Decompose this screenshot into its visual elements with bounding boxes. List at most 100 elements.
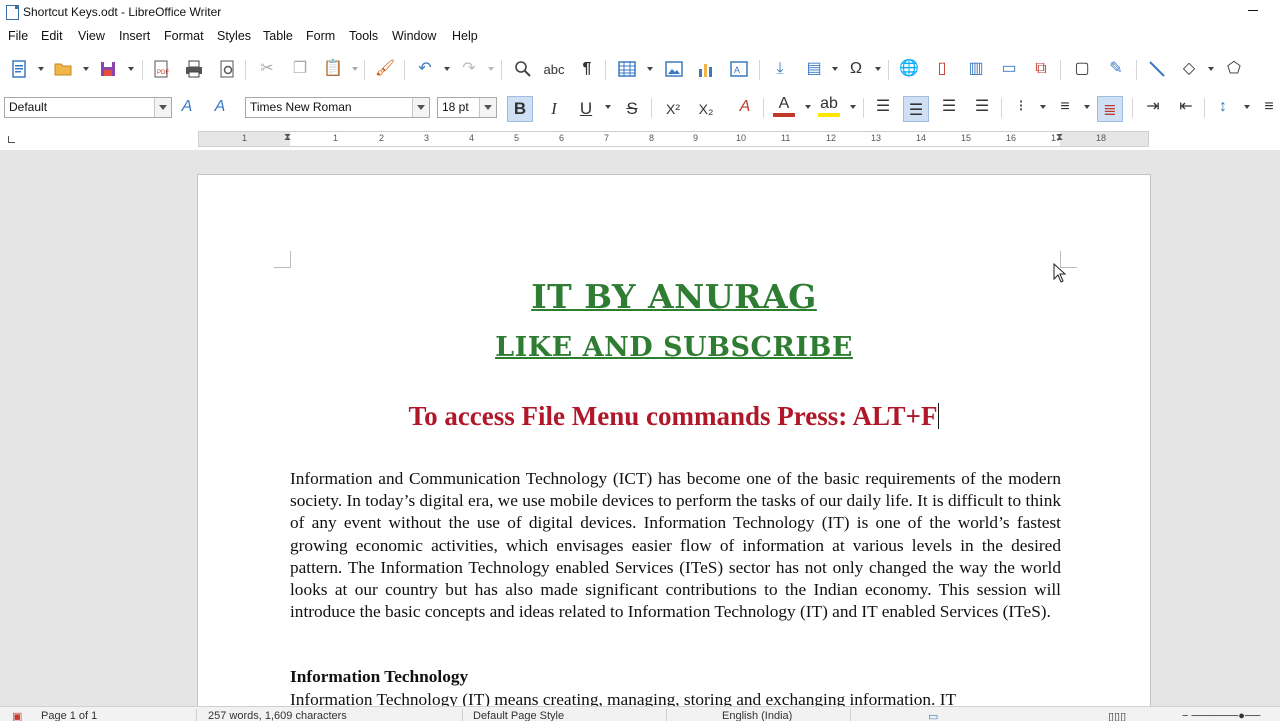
italic-button[interactable]: I [541, 96, 567, 122]
page-style[interactable]: Default Page Style [473, 710, 564, 721]
insert-field-icon[interactable]: ▤ [803, 58, 825, 80]
footnote-icon[interactable]: ▯ [931, 58, 953, 80]
superscript-button[interactable]: X² [660, 96, 686, 122]
new-document-icon[interactable] [8, 58, 30, 80]
view-layout-icon[interactable]: ▯▯▯ [1108, 710, 1126, 721]
language[interactable]: English (India) [722, 710, 792, 721]
menu-help[interactable]: Help [452, 29, 478, 43]
draw-functions-icon[interactable]: ⬠ [1223, 58, 1245, 80]
bold-button[interactable]: B [507, 96, 533, 122]
minimize-button[interactable] [1248, 10, 1258, 11]
align-center-icon[interactable]: ☰ [903, 96, 929, 122]
paragraph-style-select[interactable]: Default [4, 97, 172, 118]
basic-shapes-icon[interactable]: ◇ [1178, 58, 1200, 80]
export-pdf-icon[interactable]: PDF [150, 58, 172, 80]
clear-formatting-icon[interactable]: A [734, 96, 756, 118]
font-color-icon[interactable]: A [773, 95, 795, 117]
tab-stop-selector[interactable] [8, 136, 15, 143]
section-heading[interactable]: Information Technology [290, 667, 468, 687]
strikethrough-button[interactable]: S [619, 96, 645, 122]
word-count[interactable]: 257 words, 1,609 characters [208, 710, 347, 721]
numbered-list-icon[interactable]: ≡ [1054, 96, 1076, 118]
horizontal-ruler[interactable]: ⧗ ⧗ 1 1 2 3 4 5 6 7 8 9 10 11 12 13 14 1… [198, 131, 1149, 147]
print-preview-icon[interactable] [216, 58, 238, 80]
insert-table-icon[interactable] [616, 58, 638, 80]
page-count[interactable]: Page 1 of 1 [41, 710, 97, 721]
selection-mode-icon[interactable]: ▭ [928, 710, 938, 721]
shapes-dropdown-arrow[interactable] [1208, 67, 1214, 71]
heading-subtitle[interactable]: LIKE AND SUBSCRIBE [198, 332, 1150, 363]
bullet-dropdown-arrow[interactable] [1040, 105, 1046, 109]
chevron-down-icon[interactable] [479, 98, 496, 117]
copy-icon[interactable]: ❐ [289, 58, 311, 80]
heading-title[interactable]: IT BY ANURAG [198, 277, 1150, 316]
special-character-icon[interactable]: Ω [845, 58, 867, 80]
bookmark-icon[interactable]: ▭ [998, 58, 1020, 80]
insert-line-icon[interactable] [1146, 58, 1168, 80]
save-icon[interactable] [97, 58, 119, 80]
comment-icon[interactable]: ▢ [1071, 58, 1093, 80]
hyperlink-icon[interactable]: 🌐 [898, 58, 920, 80]
heading-shortcut-text[interactable]: To access File Menu commands Press: ALT+… [409, 401, 938, 431]
menu-file[interactable]: File [8, 29, 28, 43]
endnote-icon[interactable]: ▥ [965, 58, 987, 80]
redo-icon[interactable]: ↷ [458, 58, 480, 80]
justify-icon[interactable]: ☰ [971, 96, 993, 118]
field-dropdown-arrow[interactable] [832, 67, 838, 71]
cross-reference-icon[interactable]: ⧉ [1030, 58, 1052, 80]
table-dropdown-arrow[interactable] [647, 67, 653, 71]
subscript-button[interactable]: X₂ [693, 96, 719, 122]
font-name-select[interactable]: Times New Roman [245, 97, 430, 118]
find-replace-icon[interactable] [512, 58, 534, 80]
menu-styles[interactable]: Styles [217, 29, 251, 43]
document-modified-icon[interactable]: ▣ [12, 710, 22, 721]
highlight-dropdown-arrow[interactable] [850, 105, 856, 109]
new-style-icon[interactable]: A [209, 96, 231, 118]
save-dropdown-arrow[interactable] [128, 67, 134, 71]
undo-dropdown-arrow[interactable] [444, 67, 450, 71]
align-right-icon[interactable]: ☰ [938, 96, 960, 118]
heading-shortcut[interactable]: To access File Menu commands Press: ALT+… [198, 401, 1150, 432]
new-dropdown-arrow[interactable] [38, 67, 44, 71]
spelling-icon[interactable]: abc [543, 58, 565, 80]
highlight-color-icon[interactable]: ab [818, 95, 840, 117]
redo-dropdown-arrow[interactable] [488, 67, 494, 71]
paragraph-spacing-icon[interactable]: ≡ [1258, 96, 1280, 118]
menu-form[interactable]: Form [306, 29, 335, 43]
insert-page-break-icon[interactable]: ⤓ [769, 58, 791, 80]
insert-chart-icon[interactable] [695, 58, 717, 80]
document-page[interactable]: IT BY ANURAG LIKE AND SUBSCRIBE To acces… [197, 174, 1151, 714]
underline-dropdown-arrow[interactable] [605, 105, 611, 109]
menu-table[interactable]: Table [263, 29, 293, 43]
menu-window[interactable]: Window [392, 29, 436, 43]
menu-edit[interactable]: Edit [41, 29, 63, 43]
track-changes-icon[interactable]: ✎ [1105, 58, 1127, 80]
font-size-select[interactable]: 18 pt [437, 97, 497, 118]
clone-formatting-icon[interactable]: 🖌 [374, 58, 396, 80]
font-color-dropdown-arrow[interactable] [805, 105, 811, 109]
insert-textbox-icon[interactable]: A [728, 58, 750, 80]
paste-dropdown-arrow[interactable] [352, 67, 358, 71]
open-dropdown-arrow[interactable] [83, 67, 89, 71]
cut-icon[interactable]: ✂ [256, 58, 278, 80]
update-style-icon[interactable]: A [176, 96, 198, 118]
menu-tools[interactable]: Tools [349, 29, 378, 43]
menu-insert[interactable]: Insert [119, 29, 150, 43]
chevron-down-icon[interactable] [154, 98, 171, 117]
special-char-dropdown-arrow[interactable] [875, 67, 881, 71]
no-list-icon[interactable]: ≣ [1097, 96, 1123, 122]
line-spacing-dropdown-arrow[interactable] [1244, 105, 1250, 109]
menu-view[interactable]: View [78, 29, 105, 43]
zoom-slider[interactable]: − ──────●── [1182, 710, 1260, 721]
align-left-icon[interactable]: ☰ [872, 96, 894, 118]
formatting-marks-icon[interactable]: ¶ [576, 58, 598, 80]
insert-image-icon[interactable] [663, 58, 685, 80]
bullet-list-icon[interactable]: ⁝ [1010, 96, 1032, 118]
underline-button[interactable]: U [573, 96, 599, 122]
undo-icon[interactable]: ↶ [414, 58, 436, 80]
left-indent-marker[interactable]: ⧗ [284, 132, 291, 143]
menu-format[interactable]: Format [164, 29, 204, 43]
body-paragraph-1[interactable]: Information and Communication Technology… [290, 468, 1061, 623]
open-folder-icon[interactable] [52, 58, 74, 80]
decrease-indent-icon[interactable]: ⇤ [1175, 96, 1197, 118]
